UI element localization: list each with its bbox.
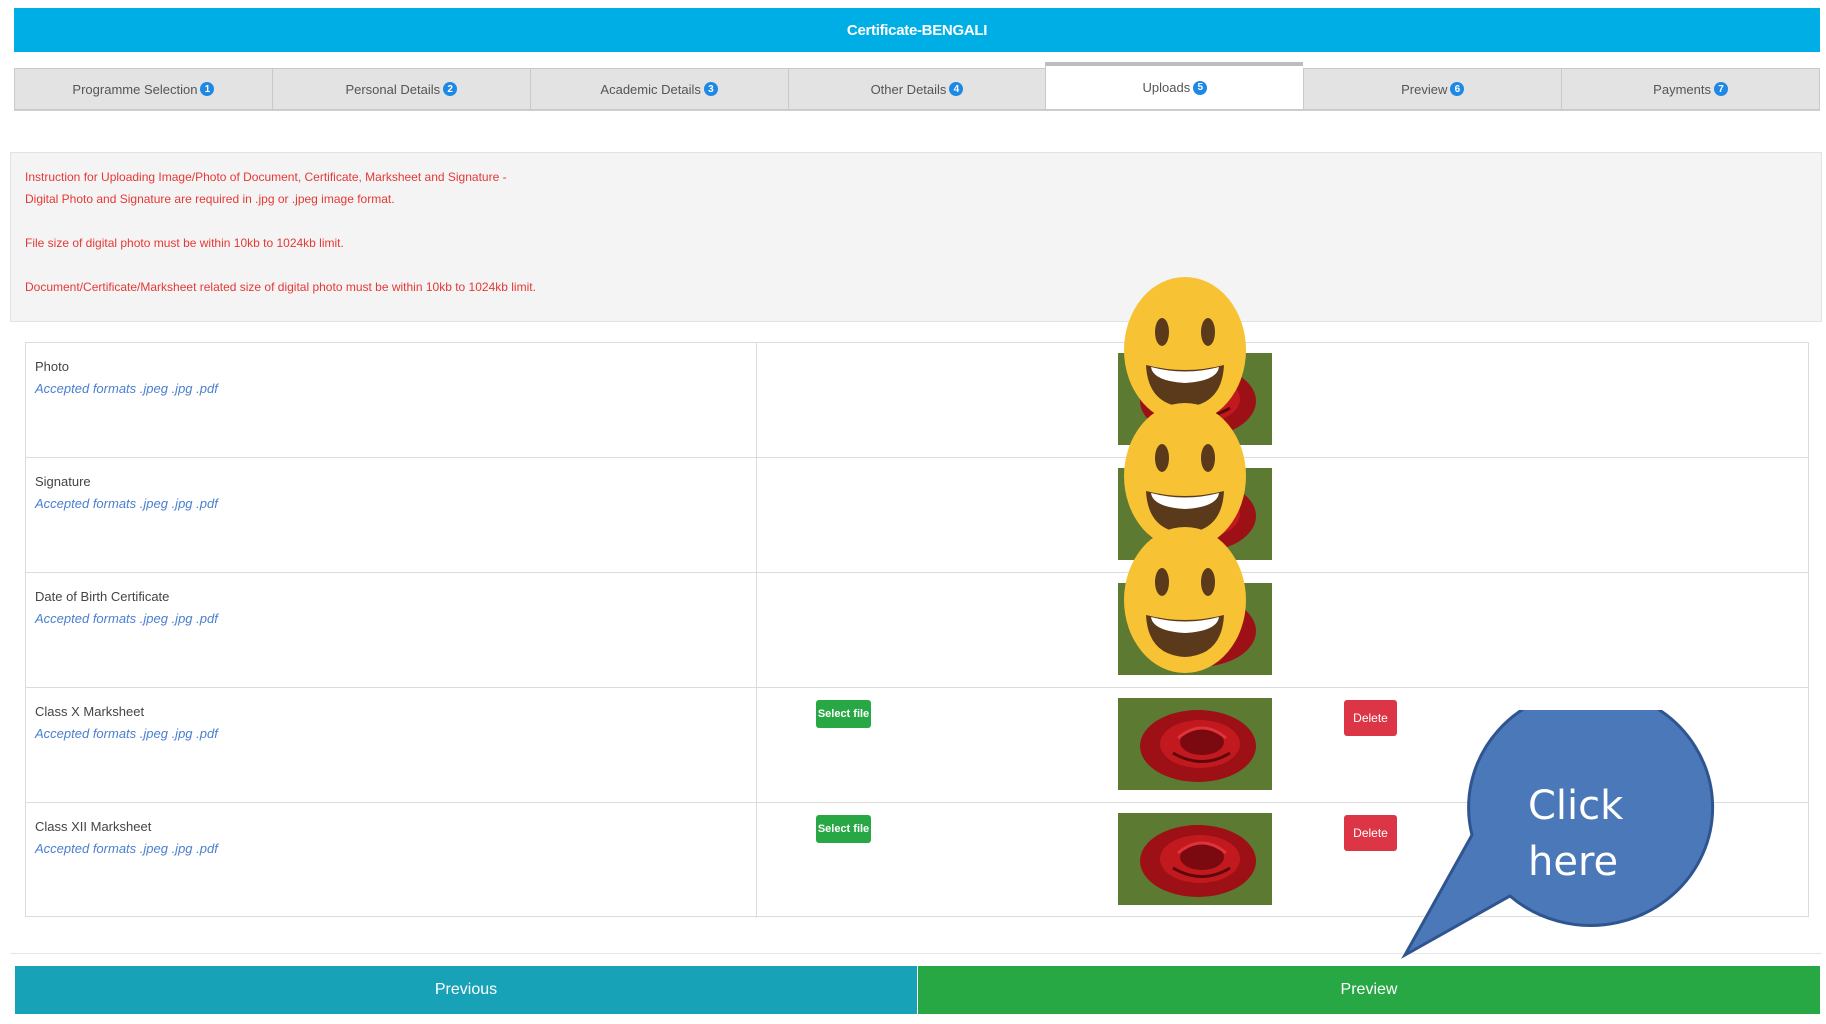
upload-format-hint: Accepted formats .jpeg .jpg .pdf xyxy=(35,381,218,396)
wizard-tabs: Programme Selection 1 Personal Details 2… xyxy=(14,62,1821,111)
upload-format-hint: Accepted formats .jpeg .jpg .pdf xyxy=(35,841,218,856)
upload-label: Class X Marksheet xyxy=(35,704,145,719)
upload-row-dob-certificate: Date of Birth Certificate Accepted forma… xyxy=(26,573,1808,688)
tab-programme-selection[interactable]: Programme Selection 1 xyxy=(14,68,272,110)
tab-label: Preview xyxy=(1401,81,1448,97)
delete-button[interactable]: Delete xyxy=(1344,700,1397,736)
upload-format-hint: Accepted formats .jpeg .jpg .pdf xyxy=(35,611,218,626)
upload-label: Photo xyxy=(35,359,69,374)
upload-label: Signature xyxy=(35,474,91,489)
tab-label: Academic Details xyxy=(600,81,701,97)
column-divider xyxy=(756,803,757,918)
callout-text: Click here xyxy=(1528,778,1648,890)
column-divider xyxy=(756,458,757,572)
upload-instructions-panel: Instruction for Uploading Image/Photo of… xyxy=(10,152,1822,322)
tab-other-details[interactable]: Other Details 4 xyxy=(787,68,1046,110)
page-header: Certificate-BENGALI xyxy=(14,8,1820,52)
tab-payments[interactable]: Payments 7 xyxy=(1561,68,1821,110)
tab-personal-details[interactable]: Personal Details 2 xyxy=(271,68,530,110)
tab-step-badge: 3 xyxy=(703,82,718,96)
tab-label: Uploads xyxy=(1142,80,1191,95)
tab-uploads[interactable]: Uploads 5 xyxy=(1045,62,1304,110)
tab-step-badge: 6 xyxy=(1450,82,1465,96)
column-divider xyxy=(756,343,757,457)
rose-image xyxy=(1118,698,1272,790)
tab-label: Programme Selection xyxy=(72,81,198,97)
smiley-face-icon xyxy=(1124,527,1246,673)
callout-line: here xyxy=(1528,839,1619,885)
instruction-line: File size of digital photo must be withi… xyxy=(25,236,344,250)
upload-row-signature: Signature Accepted formats .jpeg .jpg .p… xyxy=(26,458,1808,573)
uploaded-image-thumbnail xyxy=(1118,698,1272,790)
select-file-button[interactable]: Select file xyxy=(816,815,871,843)
tab-label: Other Details xyxy=(870,81,947,97)
uploaded-image-thumbnail xyxy=(1118,813,1272,905)
smiley-face-icon xyxy=(1124,277,1246,423)
tab-step-badge: 1 xyxy=(200,82,215,96)
rose-image xyxy=(1118,813,1272,905)
instruction-line: Instruction for Uploading Image/Photo of… xyxy=(25,170,507,184)
delete-button[interactable]: Delete xyxy=(1344,815,1397,851)
tab-academic-details[interactable]: Academic Details 3 xyxy=(529,68,788,110)
select-file-button[interactable]: Select file xyxy=(816,700,871,728)
upload-row-photo: Photo Accepted formats .jpeg .jpg .pdf xyxy=(26,343,1808,458)
upload-label: Date of Birth Certificate xyxy=(35,589,170,604)
upload-format-hint: Accepted formats .jpeg .jpg .pdf xyxy=(35,496,218,511)
column-divider xyxy=(756,688,757,802)
tab-step-badge: 4 xyxy=(949,82,964,96)
tab-preview[interactable]: Preview 6 xyxy=(1303,68,1562,110)
tab-step-badge: 5 xyxy=(1193,80,1208,95)
tab-label: Personal Details xyxy=(345,81,441,97)
instruction-line: Digital Photo and Signature are required… xyxy=(25,192,395,206)
callout-line: Click xyxy=(1528,783,1624,829)
column-divider xyxy=(756,573,757,687)
upload-label: Class XII Marksheet xyxy=(35,819,152,834)
tab-step-badge: 7 xyxy=(1713,82,1728,96)
previous-button[interactable]: Previous xyxy=(15,966,917,1014)
preview-button[interactable]: Preview xyxy=(918,966,1820,1014)
instruction-line: Document/Certificate/Marksheet related s… xyxy=(25,280,536,294)
tab-step-badge: 2 xyxy=(443,82,458,96)
upload-format-hint: Accepted formats .jpeg .jpg .pdf xyxy=(35,726,218,741)
tab-label: Payments xyxy=(1653,81,1711,97)
